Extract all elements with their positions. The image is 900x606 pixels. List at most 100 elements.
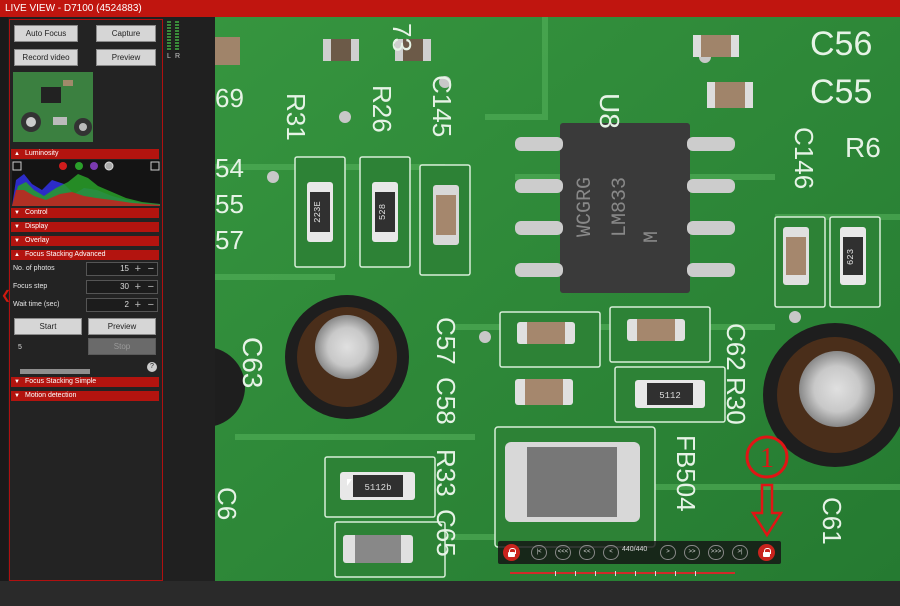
focus-stacking-advanced-label: Focus Stacking Advanced xyxy=(25,251,106,258)
plus-icon[interactable]: + xyxy=(135,299,141,311)
current-step-number: 5 xyxy=(18,344,22,351)
window-title: LIVE VIEW - D7100 (4524883) xyxy=(0,0,900,17)
playback-navigation-bar: |< <<< << < 440/440 > >> >>> >| xyxy=(498,541,781,564)
back-button[interactable]: << xyxy=(579,545,595,560)
silkscreen-c61: C61 xyxy=(817,497,847,545)
silkscreen-r31: R31 xyxy=(281,93,311,141)
auto-focus-button[interactable]: Auto Focus xyxy=(14,25,78,42)
resistor-223e-label: 223E xyxy=(313,201,323,223)
silkscreen-c63: C63 xyxy=(237,337,268,388)
forward-fast-button[interactable]: >>> xyxy=(708,545,724,560)
app-body: ❮ Auto Focus Capture Record video Previe… xyxy=(0,17,900,606)
audio-level-meter: L R xyxy=(166,21,184,63)
luminosity-histogram xyxy=(12,160,160,206)
next-frame-button[interactable]: > xyxy=(660,545,676,560)
luminosity-section-header[interactable]: ▲ Luminosity xyxy=(11,149,159,159)
luminosity-label: Luminosity xyxy=(25,150,59,157)
motion-detection-section-header[interactable]: ▼ Motion detection xyxy=(11,391,159,401)
start-button[interactable]: Start xyxy=(14,318,82,335)
silkscreen-54: 54 xyxy=(215,153,244,183)
focus-step-value[interactable]: 30 xyxy=(120,281,129,293)
right-channel-label: R xyxy=(175,53,181,60)
silkscreen-c145: C145 xyxy=(427,75,457,137)
help-icon[interactable]: ? xyxy=(147,362,157,372)
status-bar xyxy=(0,581,900,606)
caret-down-icon: ▼ xyxy=(14,393,20,399)
silkscreen-r33: R33 xyxy=(431,449,461,497)
caret-up-icon: ▲ xyxy=(14,252,20,258)
live-view-image[interactable]: 223E 528 623 5112 5112b WCGRG LM833 M C5… xyxy=(215,17,900,581)
minus-icon[interactable]: − xyxy=(148,281,154,293)
control-label: Control xyxy=(25,209,48,216)
annotation-number: 1 xyxy=(760,443,774,474)
resistor-5112b-label: 5112b xyxy=(364,483,391,493)
chip-marking-line3: M xyxy=(641,231,664,243)
wait-time-value[interactable]: 2 xyxy=(125,299,129,311)
focus-step-stepper[interactable]: 30 + − xyxy=(86,280,158,294)
silkscreen-55: 55 xyxy=(215,189,244,219)
left-channel-label: L xyxy=(167,53,171,60)
minus-icon[interactable]: − xyxy=(148,299,154,311)
preview-button[interactable]: Preview xyxy=(96,49,156,66)
plus-icon[interactable]: + xyxy=(135,281,141,293)
caret-down-icon: ▼ xyxy=(14,210,20,216)
lock-start-icon[interactable] xyxy=(503,544,520,561)
no-of-photos-label: No. of photos xyxy=(13,265,55,272)
minus-icon[interactable]: − xyxy=(148,263,154,275)
right-level-bar xyxy=(175,21,179,51)
silkscreen-c6: C6 xyxy=(215,487,242,520)
stacking-progress-bar xyxy=(20,369,90,374)
chip-marking-line1: WCGRG xyxy=(574,177,597,237)
silkscreen-c57: C57 xyxy=(431,317,461,365)
focus-stacking-simple-section-header[interactable]: ▼ Focus Stacking Simple xyxy=(11,377,159,387)
first-frame-button[interactable]: |< xyxy=(531,545,547,560)
resistor-528-label: 528 xyxy=(378,204,388,220)
caret-down-icon: ▼ xyxy=(14,224,20,230)
silkscreen-c56: C56 xyxy=(810,25,872,63)
no-of-photos-stepper[interactable]: 15 + − xyxy=(86,262,158,276)
silkscreen-c58: C58 xyxy=(431,377,461,425)
caret-down-icon: ▼ xyxy=(14,379,20,385)
wait-time-label: Wait time (sec) xyxy=(13,301,60,308)
previous-frame-button[interactable]: < xyxy=(603,545,619,560)
silkscreen-r6: R6 xyxy=(845,132,881,163)
motion-detection-label: Motion detection xyxy=(25,392,77,399)
overlay-label: Overlay xyxy=(25,237,50,244)
silkscreen-r30: R30 xyxy=(721,377,751,425)
caret-down-icon: ▼ xyxy=(14,238,20,244)
wait-time-stepper[interactable]: 2 + − xyxy=(86,298,158,312)
left-level-bar xyxy=(167,21,171,51)
silkscreen-69: 69 xyxy=(215,83,244,113)
plus-icon[interactable]: + xyxy=(135,263,141,275)
last-frame-button[interactable]: >| xyxy=(732,545,748,560)
mouse-cursor-icon xyxy=(347,479,352,486)
focus-stacking-simple-label: Focus Stacking Simple xyxy=(25,378,97,385)
display-label: Display xyxy=(25,223,48,230)
record-video-button[interactable]: Record video xyxy=(14,49,78,66)
control-panel: Auto Focus Capture Record video Preview … xyxy=(9,19,163,581)
silkscreen-57: 57 xyxy=(215,225,244,255)
live-view-thumbnail[interactable] xyxy=(13,72,93,142)
silkscreen-c65: C65 xyxy=(431,509,461,557)
focus-stacking-advanced-section-header[interactable]: ▲ Focus Stacking Advanced xyxy=(11,250,159,260)
resistor-623-label: 623 xyxy=(846,249,856,265)
silkscreen-73: 73 xyxy=(387,23,417,52)
back-fast-button[interactable]: <<< xyxy=(555,545,571,560)
chip-marking-line2: LM833 xyxy=(609,177,632,237)
silkscreen-c146: C146 xyxy=(789,127,819,189)
forward-button[interactable]: >> xyxy=(684,545,700,560)
display-section-header[interactable]: ▼ Display xyxy=(11,222,159,232)
lock-end-icon[interactable] xyxy=(758,544,775,561)
silkscreen-c62: C62 xyxy=(721,323,751,371)
resistor-5112-label: 5112 xyxy=(659,391,681,401)
panel-collapse-strip[interactable]: ❮ xyxy=(0,17,11,582)
silkscreen-r26: R26 xyxy=(367,85,397,133)
capture-button[interactable]: Capture xyxy=(96,25,156,42)
silkscreen-fb504: FB504 xyxy=(671,435,701,512)
focus-step-label: Focus step xyxy=(13,283,48,290)
overlay-section-header[interactable]: ▼ Overlay xyxy=(11,236,159,246)
control-section-header[interactable]: ▼ Control xyxy=(11,208,159,218)
stacking-preview-button[interactable]: Preview xyxy=(88,318,156,335)
no-of-photos-value[interactable]: 15 xyxy=(120,263,129,275)
stop-button[interactable]: Stop xyxy=(88,338,156,355)
